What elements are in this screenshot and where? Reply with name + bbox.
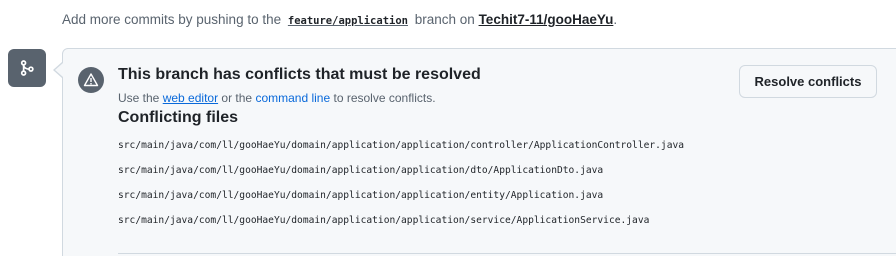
conflicting-file: src/main/java/com/ll/gooHaeYu/domain/app… (118, 215, 650, 226)
push-notice-suffix: . (613, 12, 618, 27)
conflict-help-text: Use the web editor or the command line t… (118, 91, 436, 105)
conflict-title: This branch has conflicts that must be r… (118, 66, 481, 83)
repo-link[interactable]: Techit7-11/gooHaeYu (479, 12, 614, 27)
help-prefix: Use the (118, 91, 160, 105)
panel-pointer-fill (55, 63, 63, 77)
resolve-conflicts-button[interactable]: Resolve conflicts (739, 65, 877, 98)
git-branch-icon (8, 49, 46, 87)
push-notice-prefix: Add more commits by pushing to the (62, 12, 282, 27)
conflicting-files-heading: Conflicting files (118, 109, 238, 126)
divider (118, 253, 896, 254)
conflicting-files-list: src/main/java/com/ll/gooHaeYu/domain/app… (118, 138, 684, 238)
help-suffix: to resolve conflicts. (333, 91, 436, 105)
push-notice: Add more commits by pushing to the featu… (62, 12, 618, 28)
conflicting-file: src/main/java/com/ll/gooHaeYu/domain/app… (118, 140, 685, 151)
web-editor-link[interactable]: web editor (163, 91, 218, 105)
conflicting-file: src/main/java/com/ll/gooHaeYu/domain/app… (118, 190, 604, 201)
conflicting-file: src/main/java/com/ll/gooHaeYu/domain/app… (118, 165, 604, 176)
alert-icon (78, 67, 104, 93)
command-line-link[interactable]: command line (255, 91, 330, 105)
branch-name[interactable]: feature/application (284, 14, 411, 28)
push-notice-middle: branch on (414, 12, 475, 27)
merge-box-page: Add more commits by pushing to the featu… (0, 0, 896, 256)
help-middle: or the (221, 91, 253, 105)
